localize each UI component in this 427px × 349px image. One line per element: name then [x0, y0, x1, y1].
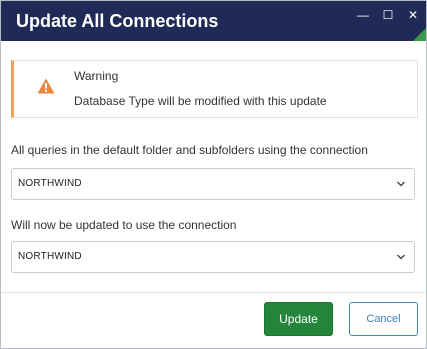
target-connection-select[interactable]: NORTHWIND [11, 241, 415, 273]
source-connection-value: NORTHWIND [18, 178, 82, 189]
warning-title: Warning [74, 69, 119, 83]
warning-panel: Warning Database Type will be modified w… [11, 60, 418, 118]
close-button[interactable]: ✕ [405, 8, 421, 22]
target-connection-value: NORTHWIND [18, 251, 82, 262]
source-connection-select[interactable]: NORTHWIND [11, 168, 415, 200]
title-bar: Update All Connections — ☐ ✕ [1, 1, 426, 41]
maximize-button[interactable]: ☐ [380, 8, 396, 22]
source-connection-label: All queries in the default folder and su… [11, 143, 368, 157]
warning-message: Database Type will be modified with this… [74, 94, 327, 108]
target-connection-label: Will now be updated to use the connectio… [11, 218, 237, 232]
title-bar-corner-accent [413, 28, 426, 41]
dialog-title: Update All Connections [16, 11, 219, 31]
warning-icon [37, 78, 55, 94]
footer-divider [1, 292, 426, 293]
minimize-button[interactable]: — [355, 8, 371, 22]
chevron-down-icon [397, 181, 405, 187]
update-button[interactable]: Update [264, 302, 333, 336]
cancel-button[interactable]: Cancel [349, 302, 418, 336]
chevron-down-icon [397, 254, 405, 260]
update-connections-dialog: Update All Connections — ☐ ✕ Warning Dat… [0, 0, 427, 349]
